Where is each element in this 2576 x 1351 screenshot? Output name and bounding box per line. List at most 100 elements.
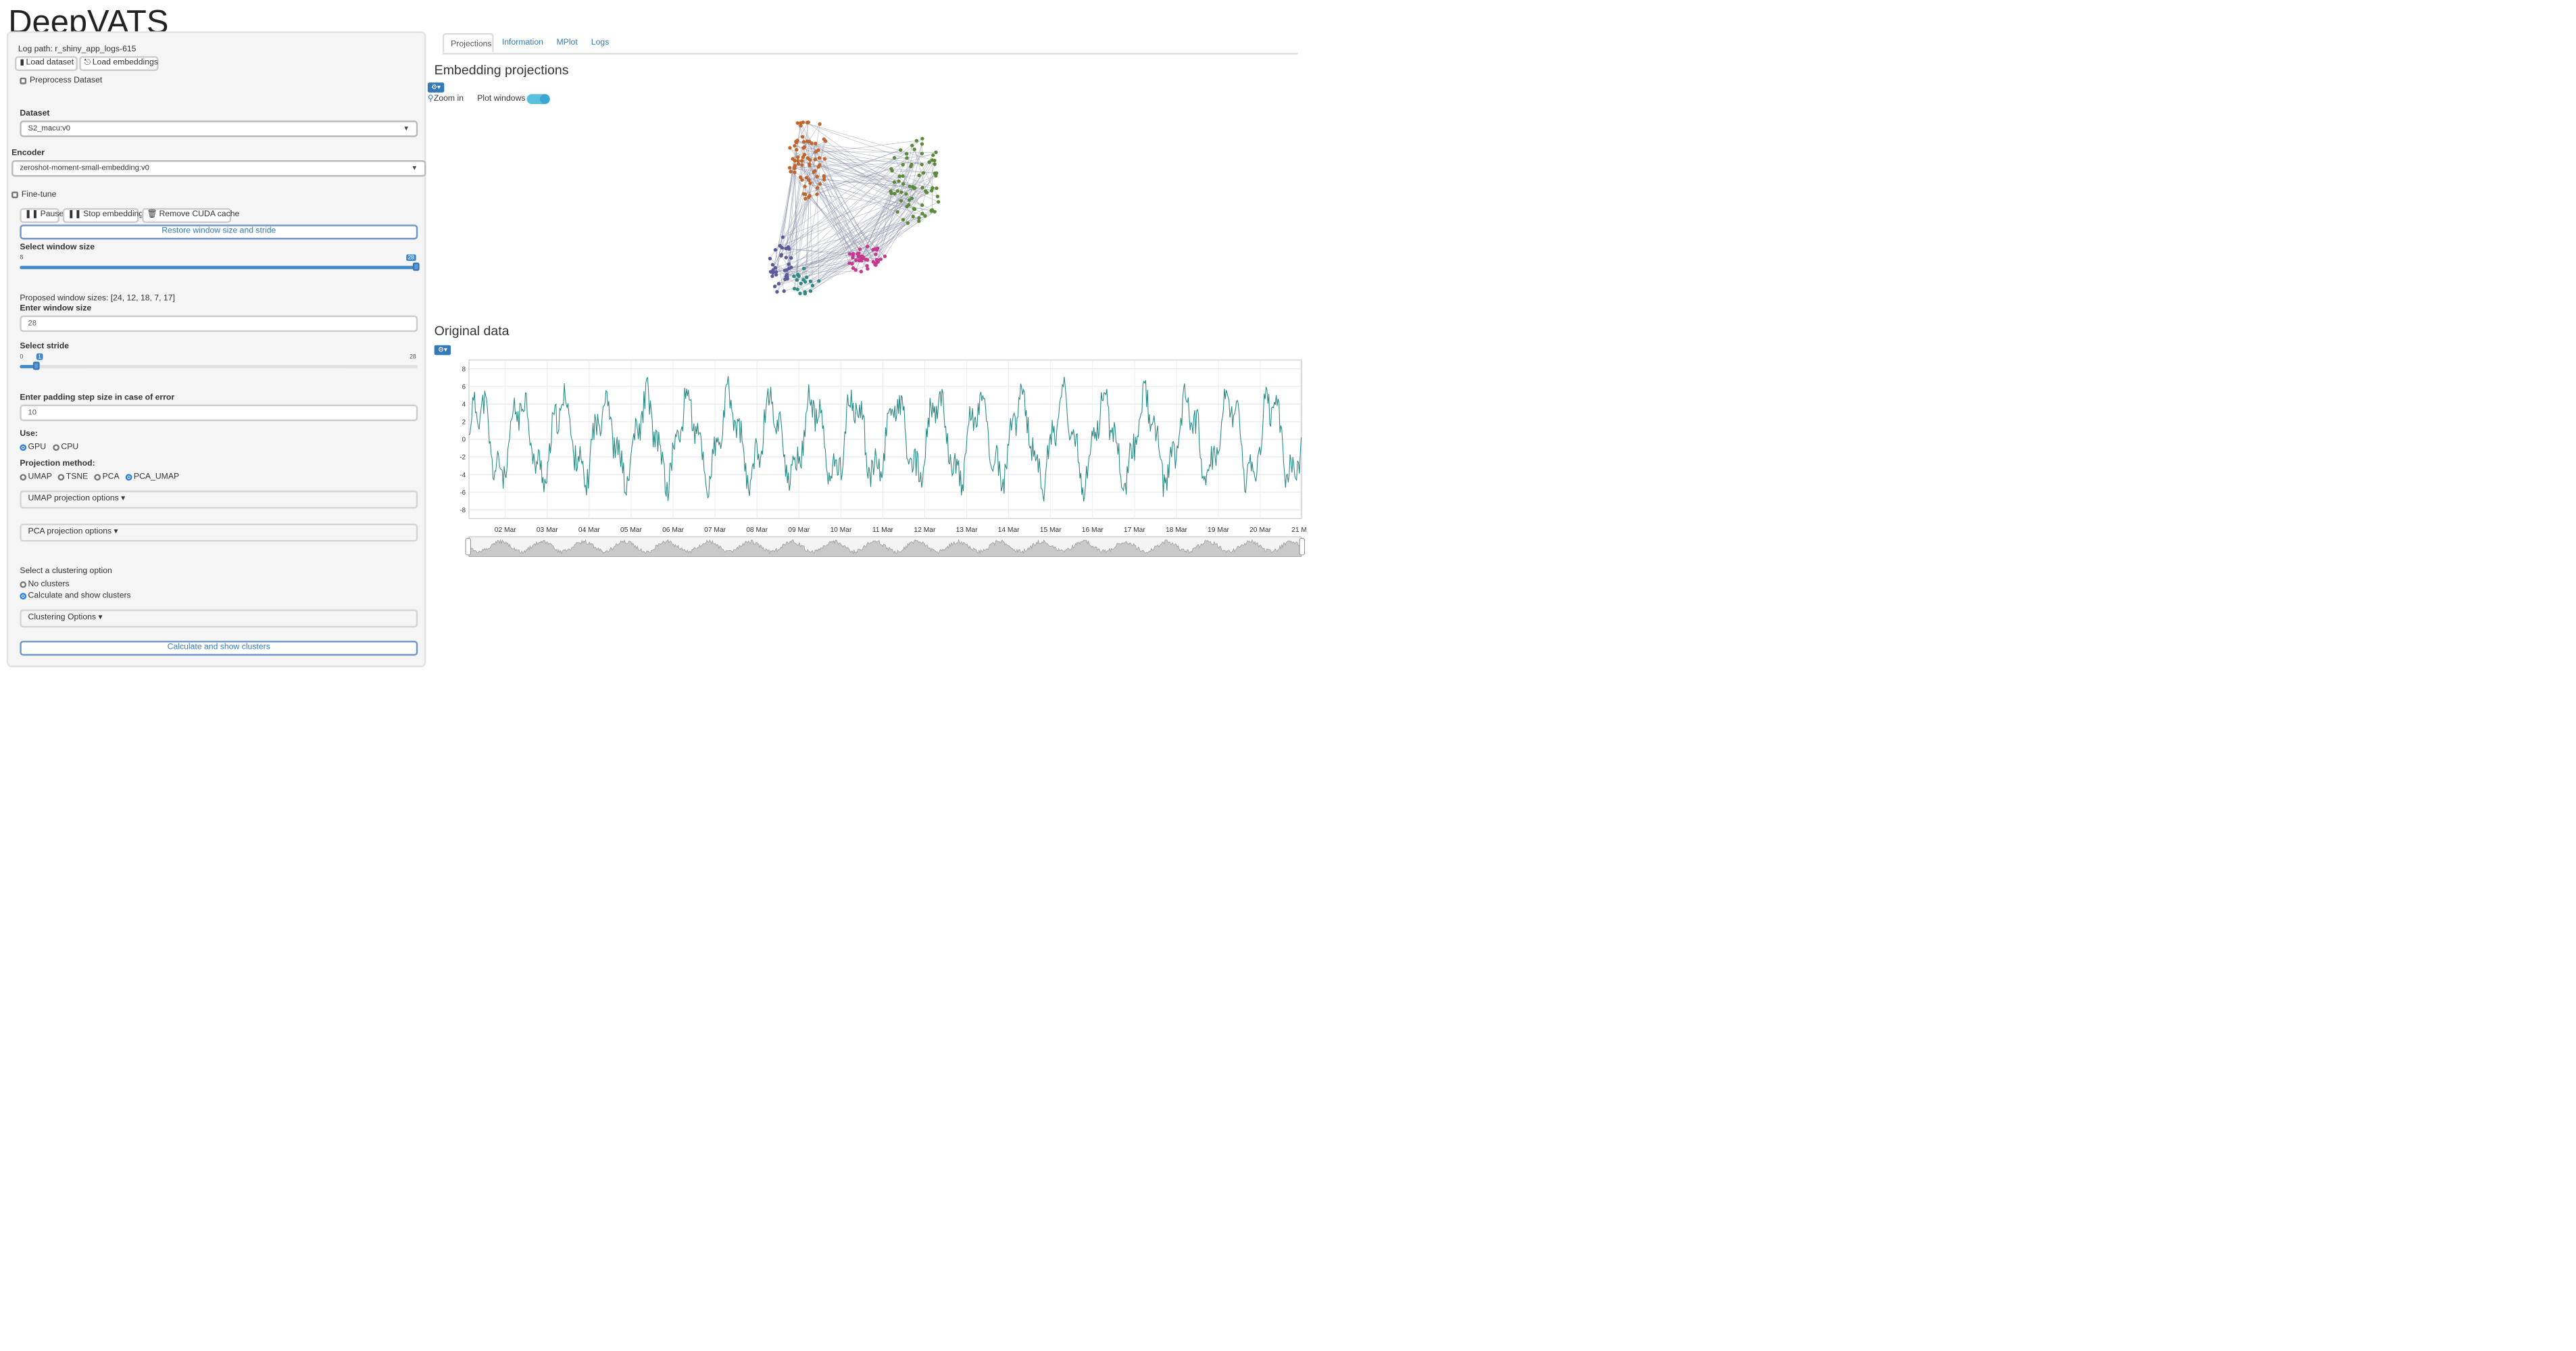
embedding-point[interactable]: [768, 257, 772, 260]
calc-clusters-radio[interactable]: [20, 593, 26, 599]
embedding-point[interactable]: [920, 142, 924, 145]
embedding-point[interactable]: [800, 163, 803, 166]
embedding-point[interactable]: [788, 146, 791, 149]
embedding-point[interactable]: [809, 289, 812, 293]
embedding-point[interactable]: [901, 218, 905, 221]
stride-handle[interactable]: [32, 362, 39, 370]
embedding-point[interactable]: [911, 185, 914, 189]
embedding-point[interactable]: [899, 199, 903, 202]
embedding-point[interactable]: [858, 247, 862, 251]
embedding-point[interactable]: [815, 175, 818, 178]
embedding-point[interactable]: [899, 191, 903, 194]
embedding-point[interactable]: [801, 120, 805, 124]
embedding-point[interactable]: [816, 165, 820, 168]
embedding-point[interactable]: [807, 178, 810, 182]
remove-cuda-button[interactable]: 🗑Remove CUDA cache: [142, 208, 231, 223]
tab-information[interactable]: Information: [495, 33, 548, 53]
embedding-point[interactable]: [803, 290, 807, 293]
pause-button[interactable]: ❚❚Pause: [20, 208, 59, 223]
range-handle-left[interactable]: [466, 539, 470, 555]
embedding-point[interactable]: [801, 278, 805, 281]
embedding-point[interactable]: [854, 268, 858, 272]
embedding-point[interactable]: [925, 191, 928, 194]
embedding-point[interactable]: [801, 146, 805, 149]
embedding-point[interactable]: [774, 273, 778, 276]
embedding-point[interactable]: [896, 189, 899, 193]
embedding-point[interactable]: [812, 170, 815, 174]
embedding-point[interactable]: [793, 287, 796, 290]
embedding-point[interactable]: [787, 262, 791, 266]
embedding-point[interactable]: [794, 140, 797, 143]
embedding-point[interactable]: [912, 147, 916, 151]
embedding-point[interactable]: [814, 157, 817, 161]
range-handle-right[interactable]: [1299, 539, 1304, 555]
embedding-point[interactable]: [823, 157, 826, 160]
proj-tsne-radio[interactable]: [58, 474, 65, 481]
embedding-point[interactable]: [905, 156, 908, 159]
embedding-point[interactable]: [777, 282, 781, 285]
embedding-point[interactable]: [822, 178, 826, 181]
embedding-point[interactable]: [783, 268, 787, 272]
embedding-point[interactable]: [915, 139, 918, 143]
embedding-point[interactable]: [931, 158, 934, 162]
restore-window-button[interactable]: Restore window size and stride: [20, 224, 418, 239]
embedding-point[interactable]: [912, 207, 916, 210]
embedding-point[interactable]: [860, 270, 863, 273]
embedding-point[interactable]: [848, 252, 851, 255]
embedding-point[interactable]: [774, 266, 777, 270]
embedding-point[interactable]: [793, 159, 797, 162]
embedding-point[interactable]: [901, 182, 905, 185]
embedding-point[interactable]: [893, 180, 896, 184]
embedding-point[interactable]: [907, 203, 910, 206]
embedding-point[interactable]: [923, 214, 926, 218]
window-size-input[interactable]: 28: [20, 316, 418, 332]
embedding-point[interactable]: [920, 163, 923, 166]
preprocess-checkbox[interactable]: [20, 78, 26, 84]
clustering-options-toggle[interactable]: Clustering Options ▾: [20, 610, 418, 628]
embedding-point[interactable]: [871, 248, 874, 251]
embedding-point[interactable]: [901, 163, 905, 166]
original-data-settings-button[interactable]: ⚙▾: [435, 345, 451, 355]
embedding-point[interactable]: [933, 162, 936, 166]
embedding-point[interactable]: [801, 155, 805, 159]
embedding-point[interactable]: [897, 179, 900, 182]
embedding-point[interactable]: [811, 284, 814, 287]
window-size-handle[interactable]: [413, 263, 420, 271]
embedding-point[interactable]: [803, 193, 807, 196]
embedding-point[interactable]: [797, 162, 800, 166]
embedding-point[interactable]: [850, 262, 853, 266]
embedding-point[interactable]: [893, 156, 896, 159]
original-data-chart[interactable]: 86420-2-4-6-802 Mar03 Mar04 Mar05 Mar06 …: [455, 350, 1306, 565]
embedding-point[interactable]: [818, 182, 822, 185]
embedding-point[interactable]: [865, 264, 868, 268]
embedding-point[interactable]: [936, 195, 939, 198]
embedding-point[interactable]: [789, 170, 792, 173]
embedding-point[interactable]: [937, 200, 940, 203]
embedding-point[interactable]: [788, 166, 791, 170]
stride-track[interactable]: [20, 365, 418, 368]
embedding-point[interactable]: [773, 285, 776, 288]
embedding-point[interactable]: [796, 288, 799, 291]
embedding-scatter-plot[interactable]: [751, 107, 983, 322]
embedding-point[interactable]: [793, 170, 796, 174]
embedding-point[interactable]: [771, 271, 774, 274]
embedding-point[interactable]: [901, 174, 904, 178]
embedding-point[interactable]: [808, 181, 812, 185]
embedding-point[interactable]: [917, 220, 920, 223]
embedding-point[interactable]: [935, 187, 938, 190]
embedding-point[interactable]: [809, 280, 812, 283]
embedding-point[interactable]: [818, 156, 821, 159]
embedding-point[interactable]: [818, 122, 821, 126]
fine-tune-checkbox[interactable]: [11, 191, 18, 198]
embedding-point[interactable]: [802, 140, 806, 143]
calculate-clusters-button[interactable]: Calculate and show clusters: [20, 641, 418, 656]
tab-projections[interactable]: Projections: [443, 33, 494, 53]
embedding-point[interactable]: [796, 273, 799, 276]
embedding-point[interactable]: [808, 140, 811, 143]
embedding-point[interactable]: [920, 203, 924, 207]
plot-windows-toggle[interactable]: [527, 94, 550, 104]
embedding-point[interactable]: [803, 197, 807, 200]
embedding-point[interactable]: [908, 185, 912, 188]
embedding-point[interactable]: [817, 279, 820, 283]
embedding-point[interactable]: [793, 144, 796, 147]
